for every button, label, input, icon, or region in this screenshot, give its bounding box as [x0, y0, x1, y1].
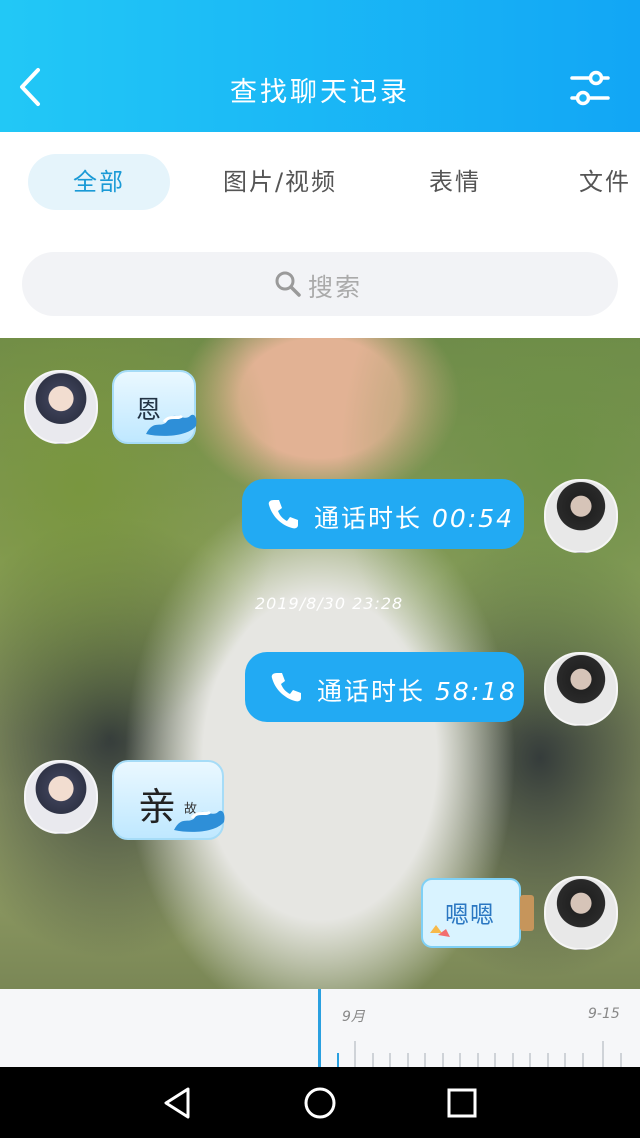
wave-decoration-icon	[146, 414, 197, 436]
sticker-message[interactable]: 亲 故	[112, 760, 225, 840]
search-area: 搜索	[0, 232, 640, 338]
chat-history[interactable]: 恩 通话时长 00:54 2019/8/30 23:28 通话时长 58:18 …	[0, 338, 640, 989]
timeline-tick	[512, 1053, 514, 1067]
tab-all[interactable]: 全部	[28, 154, 170, 210]
call-label: 通话时长	[317, 677, 426, 706]
phone-icon	[268, 500, 298, 529]
call-record-message[interactable]: 通话时长 00:54	[242, 479, 524, 549]
user-avatar[interactable]	[544, 652, 618, 726]
call-label: 通话时长	[314, 504, 423, 533]
timeline-tick	[602, 1041, 604, 1067]
filter-sliders-icon[interactable]	[566, 68, 614, 108]
timeline-tick	[459, 1053, 461, 1067]
timeline-tick	[372, 1053, 374, 1067]
wave-decoration-icon	[174, 810, 225, 832]
timeline-tick	[407, 1053, 409, 1067]
nav-home-icon[interactable]	[302, 1085, 338, 1121]
call-record-message[interactable]: 通话时长 58:18	[245, 652, 524, 722]
tab-stickers[interactable]: 表情	[400, 154, 510, 210]
message-timestamp: 2019/8/30 23:28	[255, 594, 404, 613]
timeline-tick	[389, 1053, 391, 1067]
timeline-tick	[337, 1053, 339, 1067]
search-placeholder: 搜索	[308, 273, 363, 302]
timeline-date-label: 9-15	[588, 1006, 620, 1022]
timeline-tick	[442, 1053, 444, 1067]
sticker-text: 嗯嗯	[445, 901, 495, 929]
user-avatar[interactable]	[544, 876, 618, 950]
phone-icon	[271, 673, 301, 702]
page-title: 查找聊天记录	[230, 77, 410, 108]
timeline-tick	[494, 1053, 496, 1067]
nav-back-icon[interactable]	[160, 1085, 196, 1121]
timeline-tick	[564, 1053, 566, 1067]
contact-avatar[interactable]	[24, 760, 98, 834]
call-duration: 00:54	[431, 504, 515, 533]
call-duration: 58:18	[434, 677, 518, 706]
search-icon	[275, 271, 301, 297]
timeline-tick	[582, 1053, 584, 1067]
timeline-month-label: 9月	[342, 1009, 365, 1025]
header-bar: 查找聊天记录	[0, 0, 640, 132]
tab-files[interactable]: 文件	[560, 154, 640, 210]
search-input[interactable]: 搜索	[22, 252, 618, 316]
contact-avatar[interactable]	[24, 370, 98, 444]
timeline-cursor[interactable]	[318, 989, 321, 1067]
timeline-tick	[620, 1053, 622, 1067]
timeline-tick	[424, 1053, 426, 1067]
category-tabs: 全部 图片/视频 表情 文件	[0, 132, 640, 232]
timeline-tick	[354, 1041, 356, 1067]
system-nav-bar	[0, 1067, 640, 1138]
nav-recents-icon[interactable]	[444, 1085, 480, 1121]
timeline-tick	[477, 1053, 479, 1067]
timeline-tick	[547, 1053, 549, 1067]
sticker-message[interactable]: 恩	[112, 370, 197, 444]
timeline-tick	[529, 1053, 531, 1067]
tab-images-videos[interactable]: 图片/视频	[200, 154, 360, 210]
date-timeline[interactable]: 9月 9-15	[0, 989, 640, 1067]
user-avatar[interactable]	[544, 479, 618, 553]
sticker-text: 亲	[138, 785, 177, 829]
